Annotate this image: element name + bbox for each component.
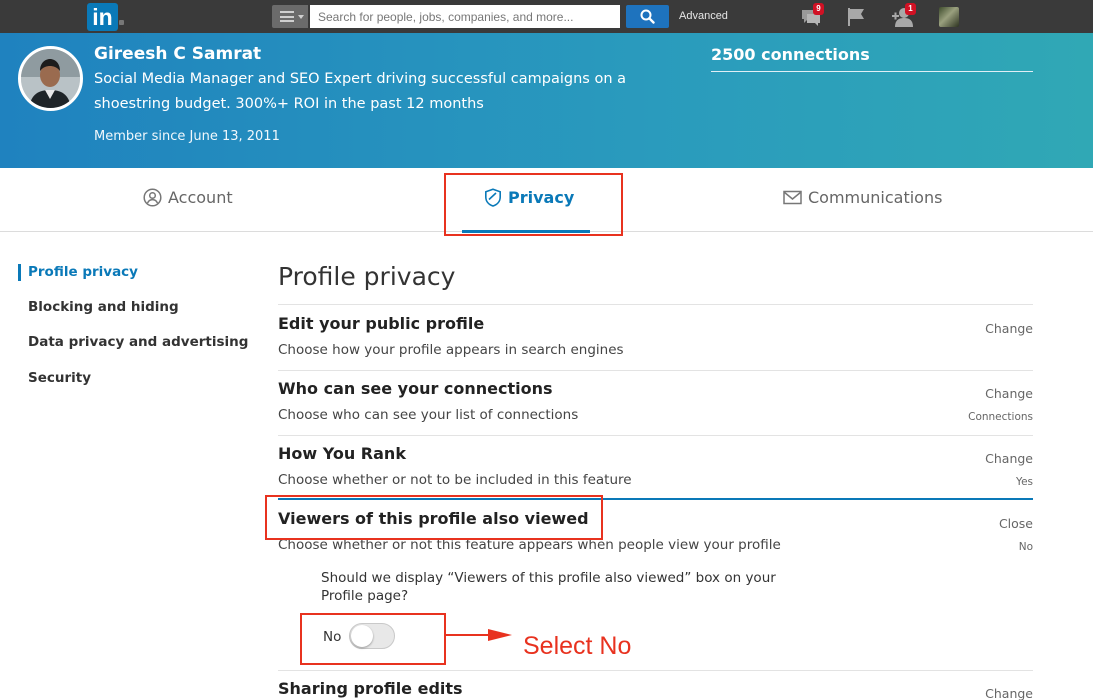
- member-since: Member since June 13, 2011: [94, 129, 280, 144]
- tab-communications[interactable]: Communications: [783, 188, 942, 207]
- setting-desc-public-profile: Choose how your profile appears in searc…: [278, 342, 624, 358]
- account-avatar[interactable]: [939, 7, 959, 27]
- sidebar-item-profile-privacy[interactable]: Profile privacy: [28, 264, 138, 280]
- setting-title-public-profile[interactable]: Edit your public profile: [278, 314, 484, 333]
- annotation-text: Select No: [523, 632, 632, 660]
- divider: [278, 670, 1033, 671]
- sidebar-item-data-privacy[interactable]: Data privacy and advertising: [28, 334, 248, 350]
- sidebar-item-blocking-and-hiding[interactable]: Blocking and hiding: [28, 299, 179, 315]
- flag-button[interactable]: [845, 5, 869, 29]
- toggle-highlight-box: [300, 613, 446, 665]
- notifications-badge: 1: [905, 3, 916, 15]
- how-you-rank-value: Yes: [1016, 476, 1033, 488]
- setting-title-sharing-profile-edits[interactable]: Sharing profile edits: [278, 679, 463, 698]
- arrow-right-icon: [488, 629, 512, 641]
- search-icon: [640, 9, 655, 24]
- profile-name: Gireesh C Samrat: [94, 44, 262, 64]
- envelope-icon: [783, 190, 802, 205]
- flag-icon: [848, 8, 864, 26]
- close-viewers-also-viewed-link[interactable]: Close: [999, 516, 1033, 531]
- connections-count[interactable]: 2500 connections: [711, 45, 870, 64]
- annotation-arrow-line: [446, 634, 490, 636]
- connections-divider: [711, 71, 1033, 72]
- setting-title-how-you-rank[interactable]: How You Rank: [278, 444, 406, 463]
- change-sharing-profile-edits-link[interactable]: Change: [985, 686, 1033, 700]
- divider: [278, 435, 1033, 436]
- viewers-also-viewed-value: No: [1018, 541, 1033, 553]
- tab-account-label: Account: [168, 188, 233, 207]
- viewers-setting-highlight-box: [265, 495, 603, 540]
- profile-header: Gireesh C Samrat Social Media Manager an…: [0, 33, 1093, 168]
- change-connections-visibility-link[interactable]: Change: [985, 386, 1033, 401]
- divider: [278, 370, 1033, 371]
- person-circle-icon: [143, 188, 162, 207]
- messages-badge: 9: [813, 3, 824, 15]
- tab-account[interactable]: Account: [143, 188, 233, 207]
- search-button[interactable]: [626, 5, 669, 28]
- setting-title-connections-visibility[interactable]: Who can see your connections: [278, 379, 553, 398]
- linkedin-logo[interactable]: in: [87, 3, 118, 31]
- top-nav-bar: in Advanced 9 1: [0, 0, 1093, 33]
- profile-headline: Social Media Manager and SEO Expert driv…: [94, 71, 626, 112]
- setting-desc-how-you-rank: Choose whether or not to be included in …: [278, 472, 632, 488]
- section-title: Profile privacy: [278, 262, 456, 291]
- tab-communications-label: Communications: [808, 188, 943, 207]
- sidebar-active-indicator: [18, 264, 21, 281]
- profile-photo: [18, 46, 83, 111]
- search-input[interactable]: [310, 5, 620, 28]
- setting-desc-connections-visibility: Choose who can see your list of connecti…: [278, 407, 579, 423]
- menu-icon: [280, 11, 294, 22]
- divider: [278, 304, 1033, 305]
- viewers-also-viewed-question: Should we display “Viewers of this profi…: [321, 570, 776, 604]
- sidebar-item-security[interactable]: Security: [28, 370, 91, 386]
- change-how-you-rank-link[interactable]: Change: [985, 451, 1033, 466]
- logo-trademark-mark: [119, 20, 124, 25]
- change-public-profile-link[interactable]: Change: [985, 321, 1033, 336]
- search-category-menu-button[interactable]: [272, 5, 308, 28]
- connections-visibility-value: Connections: [968, 411, 1033, 423]
- privacy-tab-highlight-box: [444, 173, 623, 236]
- advanced-search-link[interactable]: Advanced: [679, 10, 728, 22]
- chevron-down-icon: [298, 15, 304, 19]
